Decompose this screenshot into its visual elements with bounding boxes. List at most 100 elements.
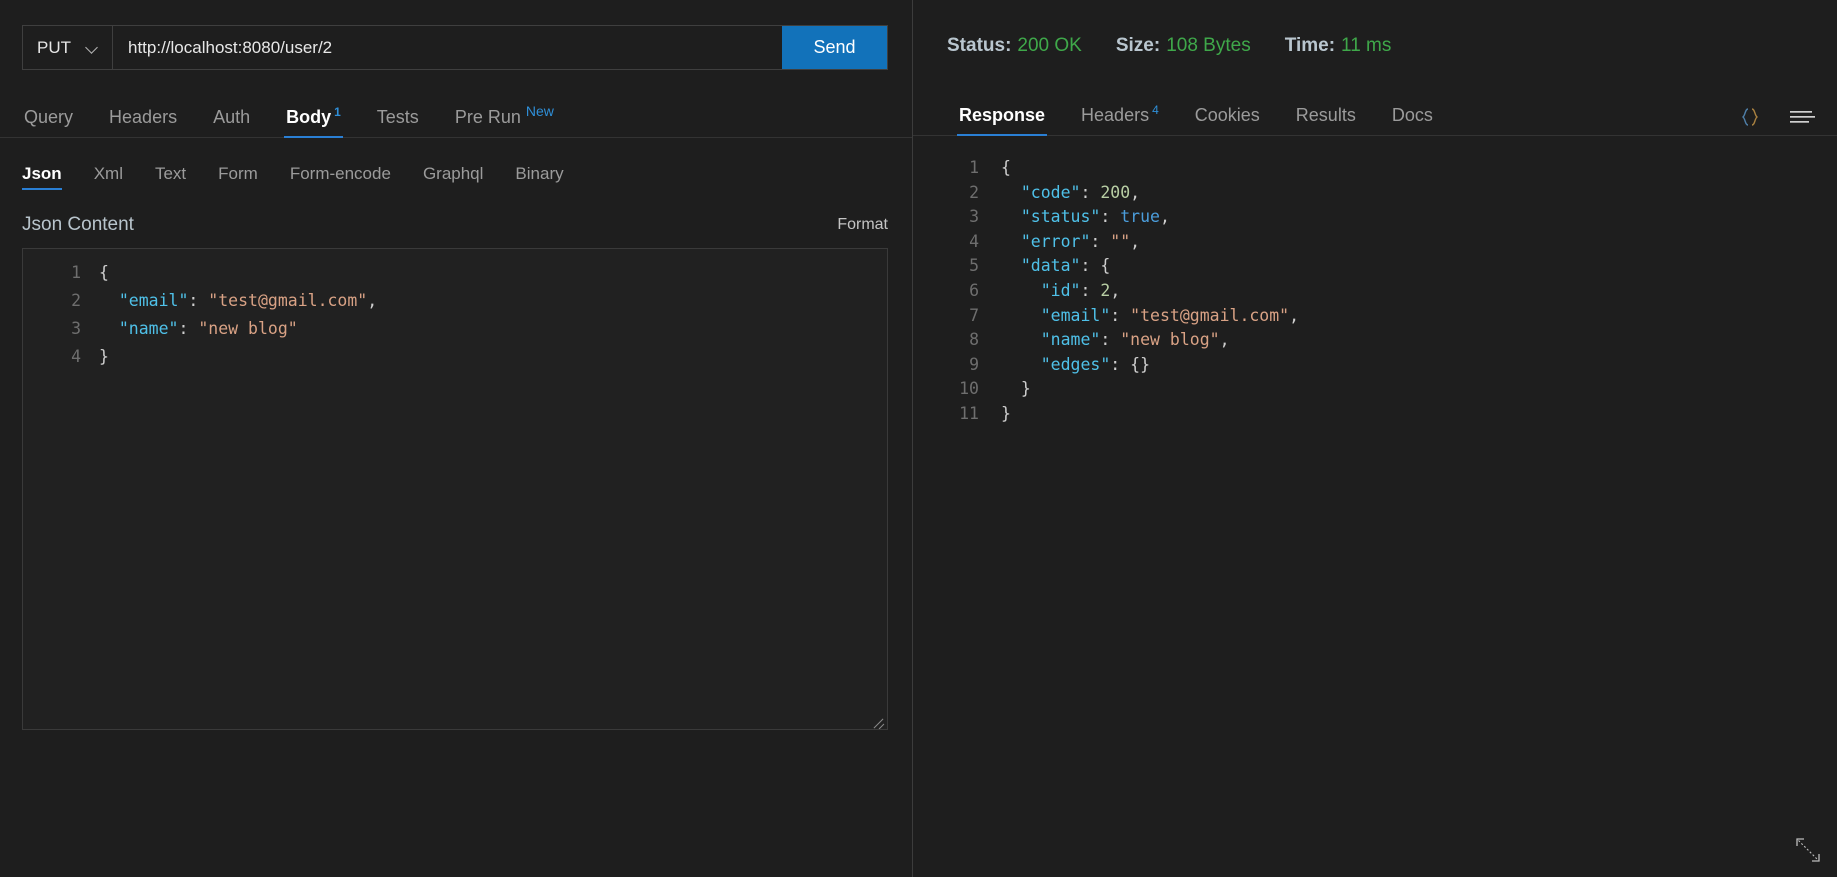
body-tab-xml[interactable]: Xml <box>78 165 139 190</box>
code-token: "test@gmail.com" <box>208 291 368 310</box>
body-tab-graphql-label: Graphql <box>422 164 484 183</box>
api-client-window: PUT Send Query Headers Auth Body1 Tests <box>0 0 1837 877</box>
response-tab-docs[interactable]: Docs <box>1374 106 1451 135</box>
code-token: 2 <box>1100 280 1111 300</box>
code-line: 3 "name": "new blog" <box>23 315 887 343</box>
code-line: 7 "email": "test@gmail.com", <box>927 304 1837 329</box>
code-line: 9 "edges": {} <box>927 353 1837 378</box>
tab-body-label: Body <box>286 107 332 127</box>
line-number: 6 <box>969 280 979 300</box>
response-body-viewer[interactable]: 1{2 "code": 200, 3 "status": true, 4 "erro… <box>913 136 1837 877</box>
size-value: 108 Bytes <box>1166 35 1251 56</box>
response-tab-results[interactable]: Results <box>1278 106 1374 135</box>
code-line: 2 "code": 200, <box>927 181 1837 206</box>
tab-pre-run-label: Pre Run <box>454 107 521 127</box>
body-tab-binary[interactable]: Binary <box>499 165 579 190</box>
editor-resize-handle[interactable] <box>871 713 885 727</box>
response-tab-cookies-label: Cookies <box>1194 105 1260 125</box>
request-body-code[interactable]: 1{2 "email": "test@gmail.com", 3 "name": … <box>23 249 887 371</box>
code-line: 3 "status": true, <box>927 205 1837 230</box>
response-tab-headers[interactable]: Headers 4 <box>1063 104 1177 135</box>
tab-auth[interactable]: Auth <box>195 108 268 137</box>
tab-headers[interactable]: Headers <box>91 108 195 137</box>
tab-headers-label: Headers <box>109 107 178 127</box>
response-tab-headers-label: Headers <box>1081 105 1150 125</box>
code-token: { <box>99 263 109 282</box>
body-tab-graphql[interactable]: Graphql <box>407 165 499 190</box>
json-content-header: Json Content Format <box>22 214 888 236</box>
tab-auth-label: Auth <box>213 107 251 127</box>
code-token: "name" <box>118 319 179 338</box>
body-tab-json-label: Json <box>22 164 62 183</box>
line-number: 4 <box>71 347 81 366</box>
tab-query[interactable]: Query <box>6 108 91 137</box>
body-type-tabs: Json Xml Text Form Form-encode Graphql B… <box>0 138 912 190</box>
code-line: 8 "name": "new blog", <box>927 328 1837 353</box>
size-badge: Size: 108 Bytes <box>1116 35 1251 57</box>
response-tab-cookies[interactable]: Cookies <box>1177 106 1278 135</box>
menu-icon[interactable] <box>1789 108 1815 126</box>
format-button[interactable]: Format <box>837 216 888 234</box>
code-line: 6 "id": 2, <box>927 279 1837 304</box>
line-number: 4 <box>969 231 979 251</box>
body-tab-form[interactable]: Form <box>202 165 274 190</box>
code-token: : <box>1080 280 1101 300</box>
tab-tests-label: Tests <box>376 107 419 127</box>
code-token: } <box>99 347 109 366</box>
line-number: 11 <box>959 403 979 423</box>
time-value: 11 ms <box>1341 35 1392 56</box>
window-resize-handle[interactable] <box>1793 835 1823 865</box>
tab-body-badge: 1 <box>334 105 341 119</box>
response-tab-response-label: Response <box>959 105 1046 125</box>
code-token: "status" <box>1020 207 1101 227</box>
code-token: { <box>1001 158 1011 177</box>
body-tab-text[interactable]: Text <box>139 165 202 190</box>
code-token: "" <box>1110 231 1131 251</box>
code-token: : <box>1090 231 1111 251</box>
request-panel: PUT Send Query Headers Auth Body1 Tests <box>0 0 913 877</box>
request-body-editor[interactable]: 1{2 "email": "test@gmail.com", 3 "name": … <box>22 248 888 730</box>
code-token: "email" <box>118 291 189 310</box>
line-number: 10 <box>959 379 979 399</box>
code-token: : <box>1080 256 1101 276</box>
json-content-label: Json Content <box>22 214 134 235</box>
response-tab-results-label: Results <box>1295 105 1356 125</box>
response-tab-docs-label: Docs <box>1391 105 1433 125</box>
response-tabs: Response Headers 4 Cookies Results Docs <box>913 92 1837 136</box>
code-token: "edges" <box>1040 354 1111 374</box>
send-button[interactable]: Send <box>782 26 887 69</box>
url-input[interactable] <box>113 26 782 69</box>
response-status-bar: Status: 200 OK Size: 108 Bytes Time: 11 ms <box>913 0 1837 92</box>
http-method-select[interactable]: PUT <box>23 26 113 69</box>
code-token: "error" <box>1020 231 1091 251</box>
code-line: 1{ <box>23 259 887 287</box>
body-tab-json[interactable]: Json <box>6 165 78 190</box>
body-tab-form-label: Form <box>218 164 258 183</box>
code-token: } <box>1001 403 1011 423</box>
code-token: 200 <box>1100 182 1131 202</box>
code-token: "name" <box>1040 330 1101 350</box>
code-token: : <box>1100 330 1121 350</box>
tab-body[interactable]: Body 1 <box>268 105 359 138</box>
code-token: : <box>178 319 199 338</box>
http-method-value: PUT <box>37 37 71 57</box>
code-token: {} <box>1130 354 1151 374</box>
body-tab-form-encode[interactable]: Form-encode <box>274 165 407 190</box>
tab-tests[interactable]: Tests <box>359 108 437 137</box>
line-number: 1 <box>71 263 81 282</box>
response-tab-response[interactable]: Response <box>941 105 1063 136</box>
line-number: 2 <box>969 182 979 202</box>
tab-pre-run[interactable]: Pre Run New <box>437 104 572 137</box>
line-number: 7 <box>969 305 979 325</box>
code-token: , <box>1110 280 1121 300</box>
code-token: "test@gmail.com" <box>1130 305 1290 325</box>
code-token: : <box>1110 354 1131 374</box>
time-badge: Time: 11 ms <box>1285 35 1392 57</box>
size-label: Size: <box>1115 35 1161 56</box>
braces-icon[interactable] <box>1739 107 1761 127</box>
code-token: "new blog" <box>1120 330 1220 350</box>
body-tab-binary-label: Binary <box>515 164 564 183</box>
